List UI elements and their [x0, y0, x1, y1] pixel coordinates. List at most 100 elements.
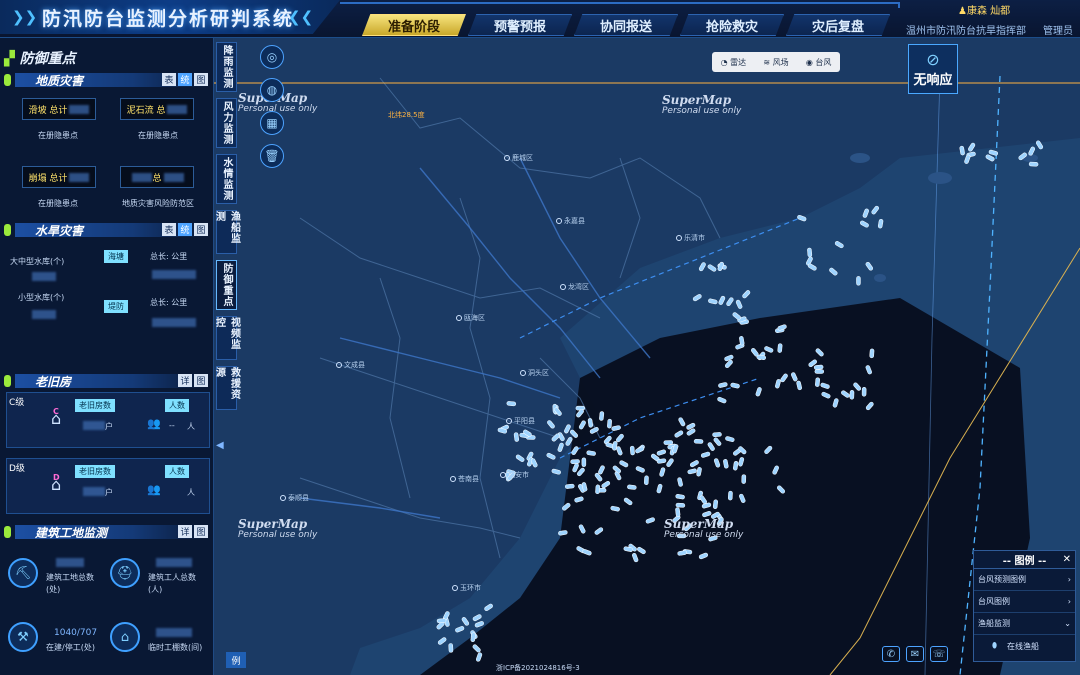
tab-forecast[interactable]: 预警预报	[468, 14, 572, 36]
trash-icon[interactable]: 🗑	[260, 144, 284, 168]
hidden-value	[32, 272, 56, 281]
detail-button[interactable]: 详	[178, 374, 192, 387]
chevron-right-icon: ›	[1067, 575, 1071, 584]
radar-layer-toggle[interactable]: ◔ 雷达	[721, 57, 747, 68]
detail-button[interactable]: 详	[178, 525, 192, 538]
city-label: 鹿城区	[504, 153, 533, 163]
header-decoration	[340, 2, 900, 8]
tab-rescue[interactable]: 抢险救灾	[680, 14, 784, 36]
tab-report[interactable]: 协同报送	[574, 14, 678, 36]
hidden-value	[83, 487, 105, 496]
people-count-tag: 人数	[165, 399, 189, 412]
old-house-card-d[interactable]: D级 ⌂ D 老旧房数 户 人数 👥 人	[6, 458, 210, 514]
layers-icon[interactable]: ▦	[260, 111, 284, 135]
legend-row-typhoon-forecast[interactable]: 台风预测图例 ›	[974, 569, 1075, 591]
watermark: SuperMapPersonal use only	[662, 93, 742, 116]
debris-flow-caption: 在册隐患点	[138, 131, 178, 140]
hidden-value	[156, 558, 192, 567]
city-label: 文成县	[336, 360, 365, 370]
view-buttons: 表 统 图	[160, 73, 208, 86]
view-buttons: 表 统 图	[160, 223, 208, 236]
chevron-left-icon: ❮❮	[288, 8, 314, 26]
tab-review[interactable]: 灾后复盘	[786, 14, 890, 36]
collapse-box[interactable]: 崩塌 总计	[22, 166, 96, 188]
user-name[interactable]: ♟康森 灿都	[958, 2, 1010, 17]
legend-toggle-button[interactable]: 例	[226, 652, 246, 668]
tab-rescue-resources[interactable]: 救援资源	[214, 366, 240, 410]
site-total-label: 建筑工地总数	[46, 573, 94, 582]
no-response-button[interactable]: ⊘ 无响应	[908, 44, 958, 94]
collapse-panel-icon[interactable]: ◀	[216, 440, 224, 451]
boat-marker	[448, 643, 454, 653]
hidden-value	[32, 310, 56, 319]
section-geo-disaster: 地质灾害 表 统 图	[4, 72, 210, 88]
site-total-unit: (处)	[46, 585, 61, 594]
map-view-button[interactable]: 图	[194, 73, 208, 86]
tab-rainfall[interactable]: 降雨监测	[216, 42, 237, 92]
hidden-value	[56, 558, 84, 567]
watermark: SuperMapPersonal use only	[664, 517, 744, 540]
building-status-label: 在建/停工(处)	[46, 643, 95, 652]
locate-icon[interactable]: ◎	[260, 45, 284, 69]
call-icon[interactable]: ☏	[930, 646, 948, 662]
unit-label: 户	[105, 422, 113, 431]
debris-flow-box[interactable]: 泥石流 总	[120, 98, 194, 120]
city-label: 玉环市	[452, 583, 481, 593]
globe-icon[interactable]: ◍	[260, 78, 284, 102]
boat-marker	[777, 343, 783, 353]
boat-marker	[1028, 161, 1039, 167]
tab-defense[interactable]: 防御重点	[216, 260, 237, 310]
table-view-button[interactable]: 表	[162, 73, 176, 86]
admin-link[interactable]: 管理员	[1043, 22, 1073, 37]
typhoon-layer-toggle[interactable]: ◉ 台风	[806, 57, 832, 68]
map-view-button[interactable]: 图	[194, 374, 208, 387]
tab-water[interactable]: 水情监测	[216, 154, 237, 204]
boat-marker	[627, 484, 637, 490]
boat-marker	[728, 490, 733, 501]
stats-view-button[interactable]: 统	[178, 223, 192, 236]
map-view-button[interactable]: 图	[194, 525, 208, 538]
wind-layer-toggle[interactable]: ≋ 风场	[763, 57, 788, 68]
tab-wind[interactable]: 风力监测	[216, 98, 237, 148]
legend-row-typhoon[interactable]: 台风图例 ›	[974, 591, 1075, 613]
unit-label: 人	[187, 422, 195, 431]
seawall-tag[interactable]: 海塘	[104, 250, 128, 263]
map-view-button[interactable]: 图	[194, 223, 208, 236]
boat-marker	[675, 502, 686, 508]
unit-label: 户	[105, 488, 113, 497]
close-icon[interactable]: ✕	[1063, 554, 1071, 565]
shed-total-label: 临时工棚数(间)	[148, 643, 203, 652]
mail-icon[interactable]: ✉	[906, 646, 924, 662]
risk-zone-box[interactable]: 总	[120, 166, 194, 188]
boat-marker	[849, 390, 855, 400]
section-dot	[4, 526, 11, 538]
phone-icon[interactable]: ✆	[882, 646, 900, 662]
layer-switcher: ◔ 雷达 ≋ 风场 ◉ 台风	[712, 52, 840, 72]
worker-total-label: 建筑工人总数	[148, 573, 196, 582]
tab-video[interactable]: 视频监控	[214, 316, 240, 360]
no-response-label: 无响应	[913, 73, 953, 88]
landslide-box[interactable]: 滑坡 总计	[22, 98, 96, 120]
table-view-button[interactable]: 表	[162, 223, 176, 236]
stats-view-button[interactable]: 统	[178, 73, 192, 86]
boat-marker	[470, 632, 476, 642]
stage-nav: 准备阶段 预警预报 协同报送 抢险救灾 灾后复盘	[362, 14, 892, 36]
boat-marker	[595, 484, 601, 495]
user-icon: ♟	[958, 6, 967, 17]
section-dot	[4, 224, 11, 236]
boat-marker	[813, 364, 824, 370]
view-buttons: 详 图	[176, 525, 208, 538]
class-label: C级	[9, 398, 25, 408]
boat-marker	[565, 483, 575, 489]
tab-prepare[interactable]: 准备阶段	[362, 14, 466, 36]
city-label: 龙湾区	[560, 282, 589, 292]
section-construction: 建筑工地监测 详 图	[4, 524, 210, 540]
section-dot	[4, 74, 11, 86]
org-name: 温州市防汛防台抗旱指挥部	[906, 26, 1026, 37]
levee-tag[interactable]: 堤防	[104, 300, 128, 313]
legend-row-fishing[interactable]: 渔船监测 ⌄	[974, 613, 1075, 635]
old-house-card-c[interactable]: C级 ⌂ C 老旧房数 户 人数 👥 -- 人	[6, 392, 210, 448]
class-label: D级	[9, 464, 25, 474]
tab-fishing[interactable]: 渔船监测	[214, 210, 240, 254]
class-badge: D	[53, 473, 60, 482]
